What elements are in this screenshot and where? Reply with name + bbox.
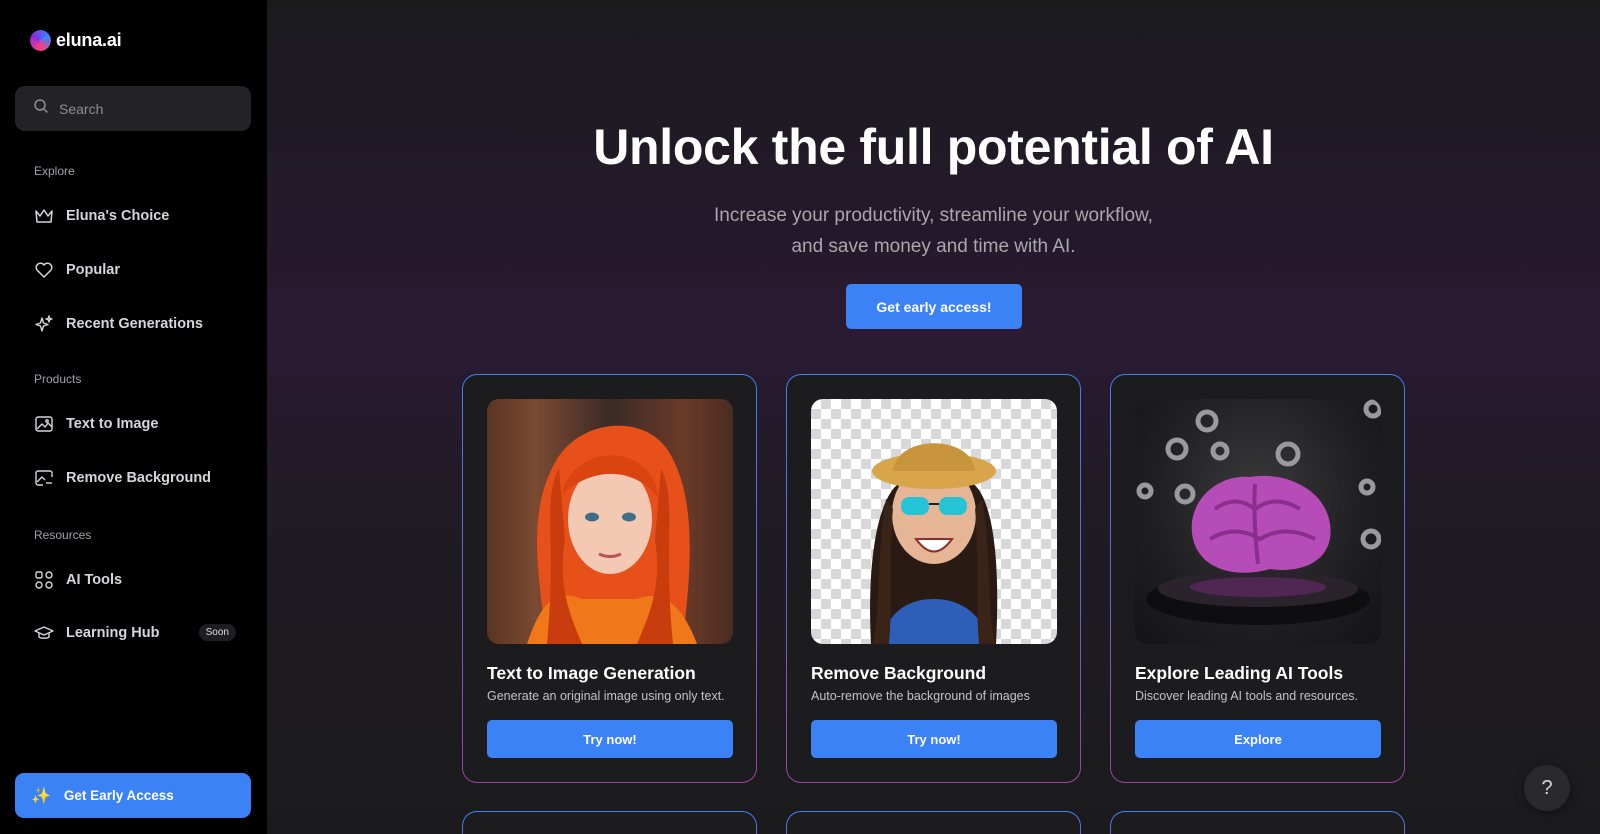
card-title: Remove Background <box>811 663 987 683</box>
card-description: Discover leading AI tools and resources. <box>1135 689 1359 703</box>
sidebar-item-elunas-choice[interactable]: Eluna's Choice <box>34 204 240 228</box>
image-edit-icon <box>34 468 54 488</box>
search-icon <box>33 98 49 119</box>
card-next-row <box>1110 811 1405 834</box>
get-early-access-label: Get Early Access <box>63 788 174 803</box>
sparkle-icon: ✨ <box>31 787 51 805</box>
sparkles-icon <box>34 314 54 334</box>
card-explore-ai-tools: Explore Leading AI Tools Discover leadin… <box>1110 374 1405 783</box>
sidebar-item-label: Popular <box>66 262 120 278</box>
hero-subtitle-line-2: and save money and time with AI. <box>791 236 1076 257</box>
card-remove-background: Remove Background Auto-remove the backgr… <box>786 374 1081 783</box>
explore-button[interactable]: Explore <box>1135 720 1381 758</box>
sidebar-item-label: AI Tools <box>66 572 123 588</box>
hero-subtitle: Increase your productivity, streamline y… <box>267 200 1600 262</box>
logo[interactable]: eluna.ai <box>27 27 122 54</box>
main-content: Unlock the full potential of AI Increase… <box>267 0 1600 834</box>
sidebar-item-learning-hub[interactable]: Learning Hub Soon <box>34 621 240 645</box>
card-text-to-image: Text to Image Generation Generate an ori… <box>462 374 757 783</box>
card-image-portrait <box>487 399 733 644</box>
section-label-products: Products <box>34 372 82 386</box>
card-image-brain <box>1135 399 1381 644</box>
card-image-cutout <box>811 399 1057 644</box>
crown-icon <box>34 206 54 226</box>
sidebar-item-recent-generations[interactable]: Recent Generations <box>34 312 240 336</box>
soon-badge: Soon <box>198 624 236 641</box>
search-box[interactable] <box>15 86 251 131</box>
card-next-row <box>462 811 757 834</box>
sidebar-item-text-to-image[interactable]: Text to Image <box>34 412 240 436</box>
section-label-explore: Explore <box>34 164 75 178</box>
get-early-access-button[interactable]: ✨ Get Early Access <box>15 773 251 818</box>
sidebar-item-label: Remove Background <box>66 470 212 486</box>
help-button[interactable]: ? <box>1524 765 1570 811</box>
sidebar-item-label: Text to Image <box>66 416 159 432</box>
heart-icon <box>34 260 54 280</box>
image-icon <box>34 414 54 434</box>
get-early-access-hero-button[interactable]: Get early access! <box>846 284 1022 329</box>
graduation-cap-icon <box>34 623 54 643</box>
sidebar-item-ai-tools[interactable]: AI Tools <box>34 568 240 592</box>
hero-title: Unlock the full potential of AI <box>593 119 1274 175</box>
hero-subtitle-line-1: Increase your productivity, streamline y… <box>714 205 1153 226</box>
sidebar-item-label: Learning Hub <box>66 625 160 641</box>
logo-icon <box>27 27 54 54</box>
grid-icon <box>34 570 54 590</box>
try-now-button[interactable]: Try now! <box>487 720 733 758</box>
sidebar-item-label: Recent Generations <box>66 316 203 332</box>
sidebar-item-label: Eluna's Choice <box>66 208 170 224</box>
section-label-resources: Resources <box>34 528 92 542</box>
try-now-button[interactable]: Try now! <box>811 720 1057 758</box>
sidebar-item-remove-background[interactable]: Remove Background <box>34 466 240 490</box>
card-description: Auto-remove the background of images <box>811 689 1030 703</box>
card-title: Text to Image Generation <box>487 663 696 683</box>
search-input[interactable] <box>59 100 229 117</box>
brand-name: eluna.ai <box>56 30 122 50</box>
card-description: Generate an original image using only te… <box>487 689 725 703</box>
sidebar-item-popular[interactable]: Popular <box>34 258 240 282</box>
card-title: Explore Leading AI Tools <box>1135 663 1344 683</box>
card-next-row <box>786 811 1081 834</box>
sidebar: eluna.ai Explore Eluna's Choice Popular … <box>0 0 267 834</box>
